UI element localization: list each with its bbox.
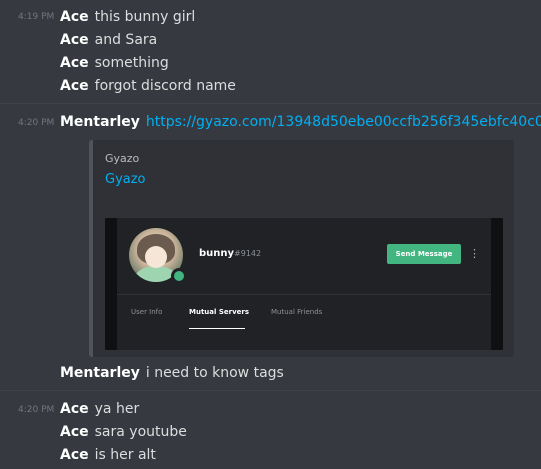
- message-text: ya her: [94, 401, 140, 417]
- message-author[interactable]: Ace: [60, 55, 89, 71]
- message: Ace forgot discord name: [60, 77, 236, 95]
- online-status-icon: [171, 268, 187, 284]
- username: bunny: [199, 248, 235, 259]
- message: Ace this bunny girl: [60, 8, 195, 26]
- profile-card: bunny#9142 Send Message ⋮ User Info Mutu…: [117, 218, 493, 350]
- discriminator: #9142: [234, 249, 262, 258]
- message-text: something: [94, 55, 169, 71]
- message-author[interactable]: Ace: [60, 424, 89, 440]
- message-text: and Sara: [94, 32, 158, 48]
- message: Ace sara youtube: [60, 423, 187, 441]
- message: Ace and Sara: [60, 31, 157, 49]
- link-embed: Gyazo Gyazo bunny#9142 Send Message ⋮ Us…: [89, 140, 514, 357]
- image-edge: [491, 218, 503, 350]
- message: Mentarley https://gyazo.com/13948d50ebe00…: [60, 113, 541, 131]
- message-author[interactable]: Ace: [60, 32, 89, 48]
- embed-title[interactable]: Gyazo: [105, 172, 146, 187]
- message-author[interactable]: Mentarley: [60, 114, 140, 130]
- send-message-button: Send Message: [387, 244, 461, 264]
- profile-username: bunny#9142: [199, 248, 261, 259]
- message-author[interactable]: Mentarley: [60, 365, 140, 381]
- message-divider: [0, 103, 541, 104]
- more-vertical-icon: ⋮: [469, 247, 480, 260]
- embed-provider[interactable]: Gyazo: [105, 152, 139, 165]
- message-timestamp: 4:20 PM: [18, 118, 55, 128]
- message-author[interactable]: Ace: [60, 78, 89, 94]
- message: Mentarley i need to know tags: [60, 364, 284, 382]
- message-author[interactable]: Ace: [60, 447, 89, 463]
- message-link[interactable]: https://gyazo.com/13948d50ebe00ccfb256f3…: [146, 114, 541, 130]
- message-text: sara youtube: [94, 424, 187, 440]
- message-text: this bunny girl: [94, 9, 196, 25]
- tab-mutual-servers: Mutual Servers: [189, 308, 250, 316]
- message-author[interactable]: Ace: [60, 9, 89, 25]
- message: Ace ya her: [60, 400, 139, 418]
- message-text: is her alt: [94, 447, 156, 463]
- chat-messages: 4:19 PM Ace this bunny girl Ace and Sara A…: [0, 0, 541, 469]
- message: Ace something: [60, 54, 169, 72]
- active-tab-underline: [189, 328, 245, 329]
- message-divider: [0, 390, 541, 391]
- message-author[interactable]: Ace: [60, 401, 89, 417]
- embed-image[interactable]: bunny#9142 Send Message ⋮ User Info Mutu…: [105, 218, 503, 350]
- tabs-divider: [117, 294, 493, 295]
- image-edge: [105, 218, 117, 350]
- tab-user-info: User Info: [131, 308, 163, 316]
- avatar-face: [145, 246, 167, 268]
- message: Ace is her alt: [60, 446, 156, 464]
- message-text: i need to know tags: [145, 365, 284, 381]
- message-timestamp: 4:20 PM: [18, 405, 55, 415]
- tab-mutual-friends: Mutual Friends: [271, 308, 323, 316]
- message-timestamp: 4:19 PM: [18, 12, 55, 22]
- message-text: forgot discord name: [94, 78, 236, 94]
